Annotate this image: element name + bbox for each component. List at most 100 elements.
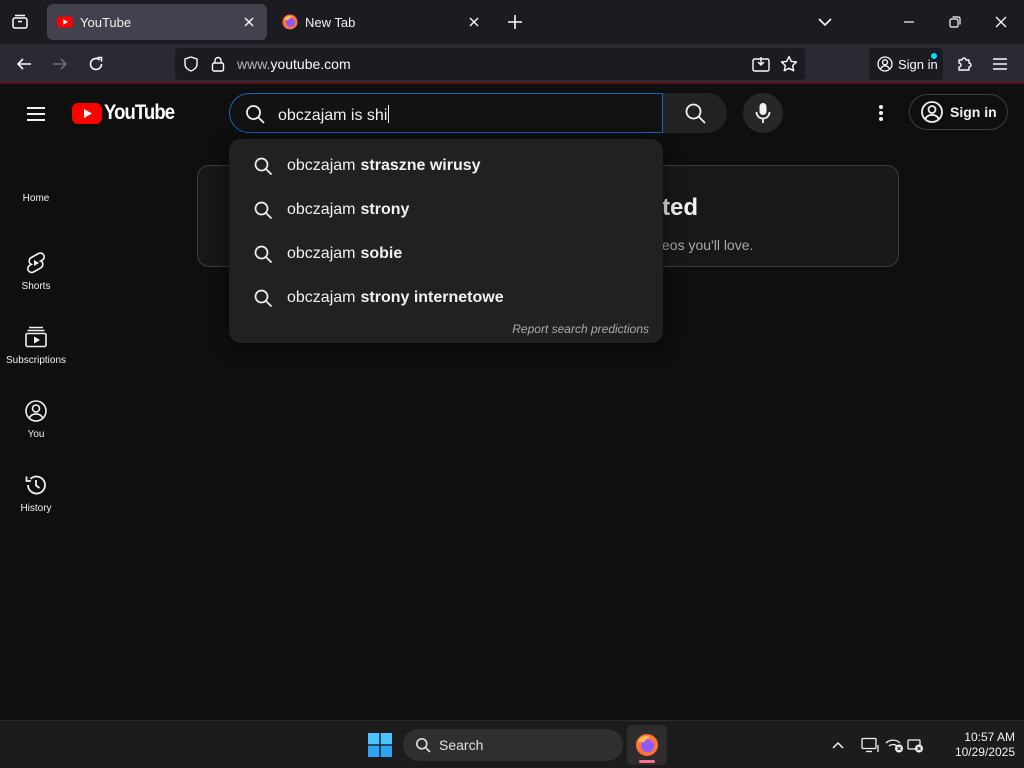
tracking-shield-icon[interactable] (181, 54, 201, 74)
notification-dot (931, 53, 937, 59)
youtube-signin-button[interactable]: Sign in (909, 94, 1008, 130)
youtube-signin-label: Sign in (950, 104, 997, 120)
guide-label-subscriptions: Subscriptions (5, 354, 67, 366)
back-arrow-icon (16, 58, 31, 70)
screen: YouTube New Tab www.youtube.com Sign in … (0, 0, 1024, 768)
firefox-account-button[interactable]: Sign in (869, 48, 943, 80)
suggestion-completion: sobie (360, 245, 403, 262)
windows-taskbar: Search 10:57 AM 10/29/2025 (0, 720, 1024, 768)
guide-label-home: Home (22, 192, 50, 204)
search-query-text: obczajam is shi (278, 107, 388, 124)
puzzle-icon (958, 57, 972, 71)
youtube-play-logo-icon (72, 102, 102, 124)
suggestion-typed: obczajam (287, 289, 356, 306)
forward-button[interactable] (48, 52, 72, 76)
start-button[interactable] (364, 729, 396, 761)
extensions-button[interactable] (953, 52, 977, 76)
tab-list-button[interactable] (8, 10, 32, 34)
youtube-wordmark: YouTube (104, 101, 175, 124)
reload-button[interactable] (84, 52, 108, 76)
browser-nav-bar: www.youtube.com Sign in (0, 44, 1024, 84)
restore-icon (949, 16, 961, 28)
taskbar-search[interactable]: Search (403, 729, 623, 761)
suggestion-typed: obczajam (287, 157, 356, 174)
list-all-tabs-button[interactable] (811, 8, 839, 36)
firefox-icon (282, 14, 298, 30)
suggestion-typed: obczajam (287, 245, 356, 262)
tab-youtube[interactable]: YouTube (47, 4, 267, 40)
suggestion-completion: strony (360, 201, 410, 218)
reload-icon (89, 56, 103, 71)
search-icon (254, 157, 273, 176)
guide-item-you[interactable]: You (0, 382, 72, 456)
settings-more-button[interactable] (866, 98, 896, 128)
new-tab-button[interactable] (503, 10, 527, 34)
restore-button[interactable] (941, 8, 969, 36)
report-search-predictions-link[interactable]: Report search predictions (512, 322, 649, 336)
you-icon (25, 399, 47, 422)
youtube-masthead: YouTube obczajam is shi Sign in (0, 86, 1024, 142)
chevron-down-icon (818, 18, 832, 27)
search-suggestion[interactable]: obczajam strony internetowe (229, 276, 663, 320)
tab-title: YouTube (80, 14, 132, 30)
search-input[interactable]: obczajam is shi (229, 93, 663, 133)
show-hidden-icons-button[interactable] (828, 735, 848, 755)
guide-item-home[interactable]: Home (0, 160, 72, 234)
close-tab-icon[interactable] (466, 14, 482, 30)
guide-menu-button[interactable] (20, 98, 52, 130)
back-button[interactable] (12, 52, 36, 76)
hamburger-icon (27, 107, 45, 121)
search-suggestion[interactable]: obczajam strony (229, 188, 663, 232)
history-icon (25, 475, 46, 494)
tab-new-tab[interactable]: New Tab (272, 4, 492, 40)
clock-time: 10:57 AM (964, 730, 1015, 744)
minimize-button[interactable] (895, 8, 923, 36)
suggestion-completion: straszne wirusy (360, 157, 481, 174)
windows-logo-icon (368, 733, 392, 757)
app-menu-button[interactable] (988, 52, 1012, 76)
close-window-button[interactable] (987, 8, 1015, 36)
system-clock[interactable]: 10:57 AM 10/29/2025 (935, 730, 1015, 760)
suggestion-completion: strony internetowe (360, 289, 504, 306)
promo-title: ted (662, 194, 698, 221)
network-tray-icon[interactable] (885, 735, 905, 755)
search-button[interactable] (663, 93, 727, 133)
account-circle-icon (921, 101, 943, 123)
url-bar[interactable]: www.youtube.com (175, 48, 805, 80)
lock-icon[interactable] (208, 54, 228, 74)
url-domain: youtube.com (270, 56, 351, 72)
volume-tray-icon[interactable] (907, 735, 927, 755)
taskbar-search-label: Search (439, 737, 484, 753)
close-tab-icon[interactable] (241, 14, 257, 30)
search-suggestion[interactable]: obczajam straszne wirusy (229, 144, 663, 188)
tab-list-icon (12, 14, 28, 29)
guide-item-shorts[interactable]: Shorts (0, 234, 72, 308)
display-tray-icon[interactable] (860, 735, 880, 755)
suggestion-typed: obczajam (287, 201, 356, 218)
guide-item-subscriptions[interactable]: Subscriptions (0, 308, 72, 382)
guide-label-history: History (20, 502, 52, 514)
search-icon (254, 201, 273, 220)
search-icon (254, 289, 273, 308)
chevron-up-icon (832, 741, 844, 749)
shorts-icon (27, 251, 45, 273)
url-text: www.youtube.com (237, 56, 351, 72)
firefox-signin-label: Sign in (898, 56, 938, 72)
promo-subtitle: eos you'll love. (662, 237, 754, 253)
install-app-icon[interactable] (751, 54, 771, 74)
minimize-icon (904, 21, 914, 23)
forward-arrow-icon (53, 58, 68, 70)
browser-tab-strip: YouTube New Tab (0, 0, 1024, 44)
search-suggestion[interactable]: obczajam sobie (229, 232, 663, 276)
youtube-logo[interactable]: YouTube (72, 101, 184, 125)
guide-item-history[interactable]: History (0, 456, 72, 530)
voice-search-button[interactable] (743, 93, 783, 133)
guide-label-shorts: Shorts (21, 280, 51, 292)
close-icon (995, 16, 1007, 28)
hamburger-icon (993, 58, 1007, 70)
bookmark-star-icon[interactable] (779, 54, 799, 74)
account-icon (877, 56, 893, 72)
taskbar-firefox[interactable] (627, 725, 667, 765)
search-icon (246, 105, 265, 124)
url-prefix: www. (237, 56, 271, 72)
